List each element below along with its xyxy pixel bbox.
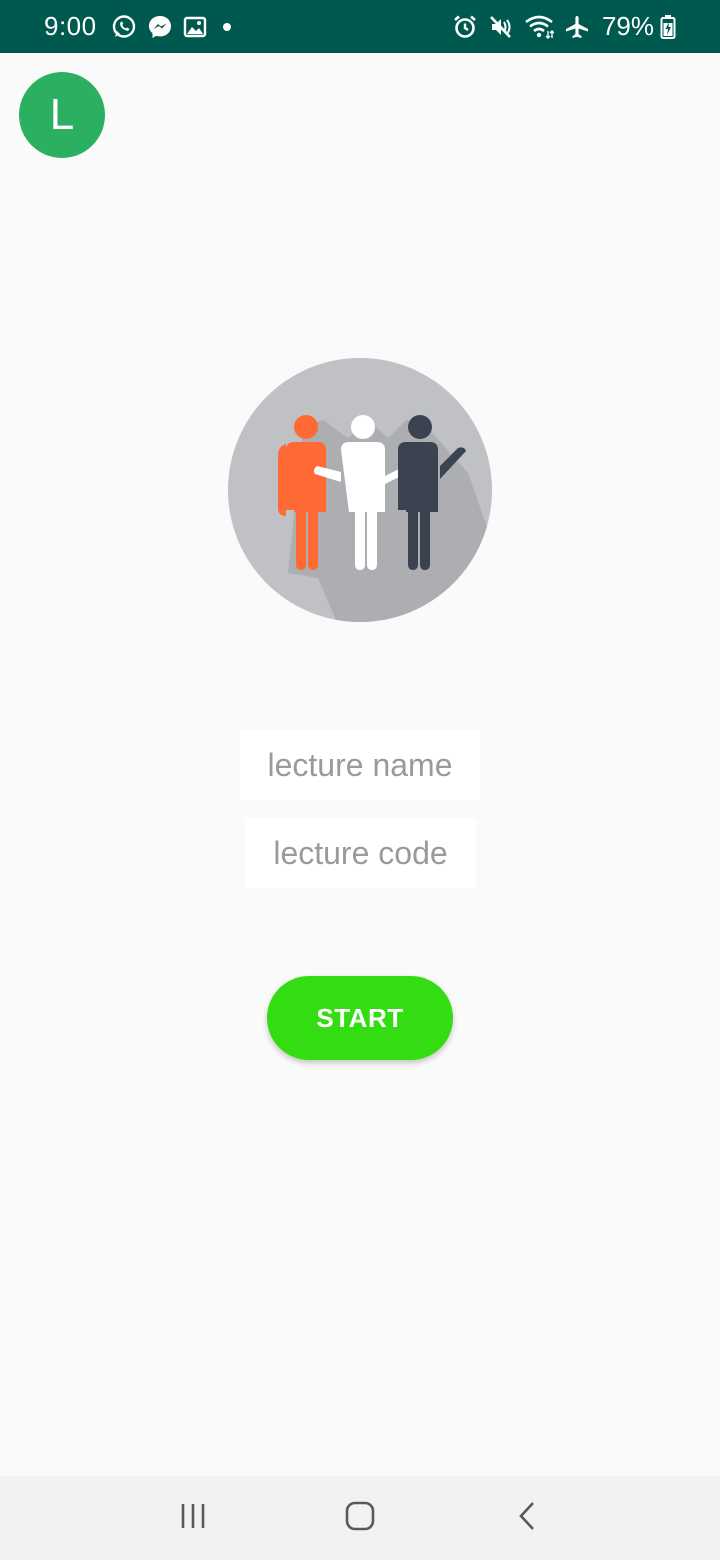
notification-dot-icon bbox=[217, 17, 237, 37]
status-time: 9:00 bbox=[44, 11, 97, 41]
avatar[interactable]: L bbox=[19, 72, 105, 158]
back-icon bbox=[516, 1500, 538, 1537]
avatar-initial: L bbox=[49, 90, 75, 139]
status-left: 9:00 bbox=[44, 11, 247, 42]
lecture-name-field[interactable] bbox=[240, 730, 480, 800]
battery-charging-icon bbox=[660, 14, 676, 40]
mute-vibrate-icon bbox=[488, 14, 514, 40]
home-button[interactable] bbox=[320, 1488, 400, 1548]
status-bar: 9:00 79% bbox=[0, 0, 720, 53]
messenger-icon bbox=[147, 14, 173, 40]
lecture-code-input[interactable] bbox=[245, 834, 476, 872]
lecture-name-input[interactable] bbox=[240, 746, 480, 784]
back-button[interactable] bbox=[487, 1488, 567, 1548]
navigation-bar bbox=[0, 1476, 720, 1560]
whatsapp-icon bbox=[111, 14, 137, 40]
wifi-icon bbox=[524, 14, 554, 40]
lecture-code-field[interactable] bbox=[245, 818, 476, 888]
group-people-icon bbox=[228, 358, 492, 622]
status-right: 79% bbox=[442, 11, 676, 42]
start-button[interactable]: START bbox=[267, 976, 453, 1060]
alarm-icon bbox=[452, 14, 478, 40]
recent-apps-button[interactable] bbox=[153, 1488, 233, 1548]
recent-apps-icon bbox=[178, 1501, 208, 1536]
airplane-mode-icon bbox=[564, 14, 590, 40]
gallery-icon bbox=[183, 15, 207, 39]
battery-percent: 79% bbox=[601, 11, 654, 41]
home-icon bbox=[344, 1500, 376, 1537]
